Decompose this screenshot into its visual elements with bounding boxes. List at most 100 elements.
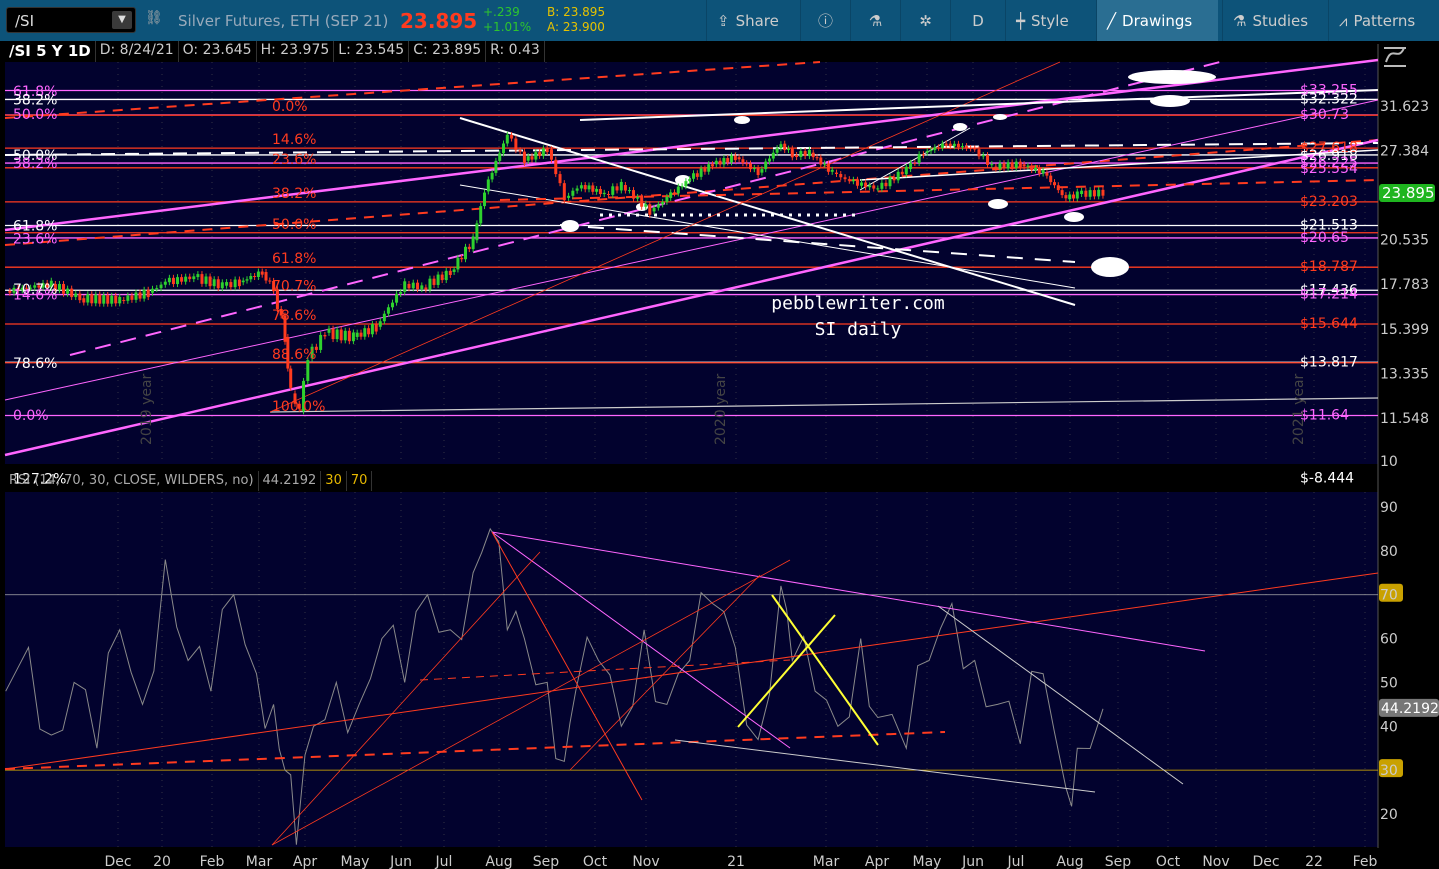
price-candle bbox=[1068, 194, 1072, 200]
price-candle bbox=[106, 294, 110, 304]
price-candle bbox=[661, 201, 665, 205]
price-candle bbox=[1092, 190, 1096, 197]
price-axis-tick: 31.623 bbox=[1380, 99, 1429, 115]
fib-label-left: 23.6% bbox=[13, 232, 57, 248]
price-candle bbox=[159, 284, 163, 289]
price-candle bbox=[851, 179, 855, 182]
price-candle bbox=[155, 288, 159, 290]
price-candle bbox=[640, 196, 644, 207]
time-axis-label: May bbox=[913, 854, 942, 869]
price-candle bbox=[644, 204, 648, 207]
price-candle bbox=[688, 179, 692, 182]
price-candle bbox=[948, 143, 952, 147]
price-candle bbox=[411, 282, 415, 289]
price-candle bbox=[424, 287, 428, 290]
price-candle bbox=[815, 157, 819, 159]
price-candle bbox=[390, 302, 394, 308]
time-axis-label: Mar bbox=[246, 854, 273, 869]
price-candle bbox=[134, 292, 138, 300]
price-candle bbox=[475, 223, 479, 241]
price-axis-tick: 17.783 bbox=[1380, 277, 1429, 293]
price-candle bbox=[1072, 194, 1076, 199]
price-candle bbox=[428, 278, 432, 290]
price-candle bbox=[440, 274, 444, 281]
price-candle bbox=[126, 295, 130, 301]
price-candle bbox=[627, 190, 631, 192]
price-candle bbox=[1034, 167, 1038, 171]
price-candle bbox=[196, 274, 200, 278]
price-candle bbox=[343, 330, 347, 341]
price-candle bbox=[74, 293, 78, 298]
price-panel[interactable] bbox=[5, 62, 1378, 464]
time-axis-label: Nov bbox=[632, 854, 659, 869]
price-candle bbox=[355, 332, 359, 337]
price-candle bbox=[249, 275, 253, 280]
bar-close: C: 23.895 bbox=[409, 41, 487, 62]
price-candle bbox=[726, 158, 730, 163]
fib-label-mid: 38.2% bbox=[272, 186, 316, 202]
rsi-axis-tick: 50 bbox=[1380, 675, 1398, 691]
price-candle bbox=[1018, 161, 1022, 168]
price-candle bbox=[595, 189, 599, 192]
price-candle bbox=[986, 155, 990, 165]
price-candle bbox=[399, 291, 403, 294]
fib-label-mid: 78.6% bbox=[272, 308, 316, 324]
price-candle bbox=[1045, 172, 1049, 176]
price-candle bbox=[518, 150, 522, 152]
price-axis-tick: 20.535 bbox=[1380, 233, 1429, 249]
price-candle bbox=[171, 277, 175, 285]
price-candle bbox=[486, 179, 490, 192]
price-candle bbox=[514, 138, 518, 151]
price-candle bbox=[990, 164, 994, 166]
time-axis-label: Feb bbox=[1353, 854, 1378, 869]
price-candle bbox=[571, 190, 575, 196]
price-candle bbox=[998, 163, 1002, 169]
price-candle bbox=[562, 183, 566, 201]
price-candle bbox=[541, 148, 545, 156]
price-candle bbox=[534, 152, 538, 160]
price-candle bbox=[245, 279, 249, 281]
marker-ellipse bbox=[1064, 212, 1084, 222]
price-candle bbox=[839, 173, 843, 178]
price-candle bbox=[378, 321, 382, 327]
price-candle bbox=[237, 279, 241, 287]
fib-label-left: 38.2% bbox=[13, 156, 57, 172]
price-candle bbox=[602, 192, 606, 195]
price-candle bbox=[188, 276, 192, 280]
chart-canvas[interactable]: Dec 20 Feb Mar Apr May Jun Jul Aug Sep Oct Nov 21 Mar… bbox=[0, 0, 1439, 869]
price-candle bbox=[707, 164, 711, 172]
price-candle bbox=[714, 160, 718, 165]
chart-header: /SI 5 Y 1D D: 8/24/21 O: 23.645 H: 23.97… bbox=[5, 41, 545, 62]
price-candle bbox=[684, 181, 688, 187]
price-candle bbox=[1041, 170, 1045, 174]
price-candle bbox=[900, 171, 904, 175]
watermark-line1: pebblewriter.com bbox=[771, 293, 944, 314]
price-candle bbox=[944, 143, 948, 146]
price-candle bbox=[909, 162, 913, 170]
price-candle bbox=[929, 150, 933, 152]
rsi-oversold: 30 bbox=[321, 471, 347, 491]
rsi-panel[interactable] bbox=[5, 492, 1378, 847]
marker-ellipse bbox=[1091, 257, 1129, 277]
rsi-header[interactable]: RSI (14, 70, 30, CLOSE, WILDERS, no) 44.… bbox=[5, 471, 373, 491]
price-candle bbox=[925, 151, 929, 153]
price-candle bbox=[579, 185, 583, 189]
price-candle bbox=[860, 182, 864, 186]
time-axis-label: Mar bbox=[813, 854, 840, 869]
study-icon[interactable] bbox=[1384, 47, 1406, 67]
price-candle bbox=[1084, 190, 1088, 197]
price-candle bbox=[892, 177, 896, 181]
price-candle bbox=[90, 294, 94, 304]
price-candle bbox=[790, 148, 794, 158]
price-candle bbox=[847, 179, 851, 181]
time-axis-label: 22 bbox=[1305, 854, 1323, 869]
price-candle bbox=[460, 257, 464, 260]
rsi-overbought: 70 bbox=[347, 471, 373, 491]
price-candle bbox=[78, 293, 82, 301]
time-axis-label: Sep bbox=[533, 854, 560, 869]
price-candle bbox=[880, 182, 884, 189]
rsi-axis-tick: 20 bbox=[1380, 807, 1398, 823]
price-candle bbox=[636, 196, 640, 199]
price-level-label: $11.64 bbox=[1300, 407, 1349, 423]
price-candle bbox=[403, 281, 407, 292]
